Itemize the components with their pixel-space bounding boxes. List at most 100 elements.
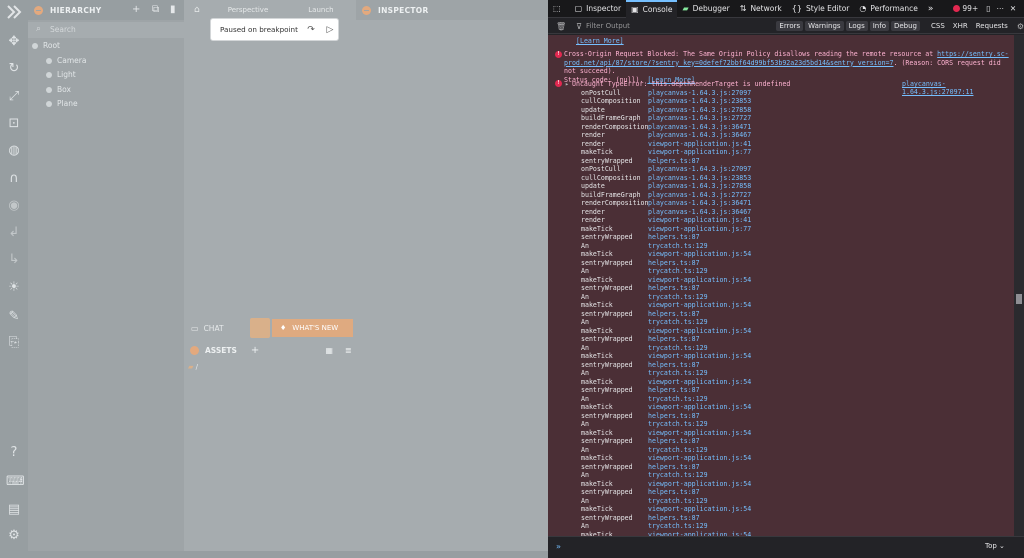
stack-location-link[interactable]: playcanvas-1.64.3.js:36467	[648, 131, 848, 139]
stack-location-link[interactable]: viewport-application.js:77	[648, 225, 848, 233]
search-input[interactable]: Search	[50, 25, 76, 34]
resume-icon[interactable]: ▷	[324, 24, 336, 36]
delete-icon[interactable]: ▮	[170, 4, 176, 15]
more-tabs-icon[interactable]: »	[923, 0, 939, 18]
stack-location-link[interactable]: trycatch.ts:129	[648, 497, 848, 505]
list-view-icon[interactable]: ≣	[345, 346, 352, 355]
tree-item-plane[interactable]: Plane	[46, 99, 78, 108]
stack-location-link[interactable]: viewport-application.js:54	[648, 378, 848, 386]
docs-icon[interactable]: ▤	[6, 502, 22, 518]
keyboard-icon[interactable]: ⌨	[6, 474, 25, 490]
stack-location-link[interactable]: trycatch.ts:129	[648, 267, 848, 275]
stack-location-link[interactable]: playcanvas-1.64.3.js:23853	[648, 174, 848, 182]
bulb-icon[interactable]: ☀	[6, 280, 22, 296]
publish-icon[interactable]: ⎘	[6, 335, 22, 351]
chat-icon[interactable]: ▭	[191, 324, 199, 333]
filter-input[interactable]: Filter Output	[586, 22, 774, 30]
eye-icon[interactable]: ◉	[6, 198, 22, 214]
console-scrollbar[interactable]	[1014, 35, 1024, 536]
filter-logs[interactable]: Logs	[845, 21, 868, 31]
magnet-icon[interactable]: ∩	[6, 171, 22, 187]
stack-location-link[interactable]: helpers.ts:87	[648, 514, 848, 522]
stack-location-link[interactable]: helpers.ts:87	[648, 412, 848, 420]
settings-icon[interactable]: ⚙	[1017, 22, 1024, 31]
chat-label[interactable]: CHAT	[204, 324, 224, 333]
stack-location-link[interactable]: viewport-application.js:54	[648, 454, 848, 462]
filter-css[interactable]: CSS	[928, 21, 948, 31]
whats-new-button[interactable]: ♦ WHAT'S NEW	[272, 319, 353, 337]
camera-select[interactable]: Perspective	[228, 6, 269, 14]
stack-location-link[interactable]: trycatch.ts:129	[648, 344, 848, 352]
move-icon[interactable]: ✥	[6, 34, 22, 50]
filter-info[interactable]: Info	[869, 21, 889, 31]
stack-location-link[interactable]: helpers.ts:87	[648, 310, 848, 318]
undo-icon[interactable]: ↲	[6, 225, 22, 241]
stack-location-link[interactable]: viewport-application.js:54	[648, 403, 848, 411]
stack-location-link[interactable]: playcanvas-1.64.3.js:27097	[648, 89, 848, 97]
stack-location-link[interactable]: playcanvas-1.64.3.js:36471	[648, 123, 848, 131]
tree-item-root[interactable]: Root	[32, 41, 60, 50]
add-asset-icon[interactable]: +	[251, 345, 259, 356]
stack-location-link[interactable]: helpers.ts:87	[648, 259, 848, 267]
stack-location-link[interactable]: viewport-application.js:54	[648, 250, 848, 258]
stack-location-link[interactable]: helpers.ts:87	[648, 488, 848, 496]
stack-location-link[interactable]: trycatch.ts:129	[648, 242, 848, 250]
stack-location-link[interactable]: helpers.ts:87	[648, 157, 848, 165]
resize-icon[interactable]: ⊡	[6, 116, 22, 132]
stack-location-link[interactable]: viewport-application.js:54	[648, 480, 848, 488]
world-icon[interactable]: ◍	[6, 143, 22, 159]
stack-location-link[interactable]: playcanvas-1.64.3.js:27858	[648, 106, 848, 114]
responsive-icon[interactable]: ▯	[983, 0, 993, 18]
stack-location-link[interactable]: helpers.ts:87	[648, 463, 848, 471]
scale-icon[interactable]: ⤢	[6, 89, 22, 105]
stack-location-link[interactable]: helpers.ts:87	[648, 437, 848, 445]
stack-location-link[interactable]: trycatch.ts:129	[648, 471, 848, 479]
stack-location-link[interactable]: viewport-application.js:77	[648, 148, 848, 156]
tab-console[interactable]: ▣ Console	[626, 0, 678, 18]
stack-location-link[interactable]: viewport-application.js:54	[648, 301, 848, 309]
filter-errors[interactable]: Errors	[776, 21, 804, 31]
stack-location-link[interactable]: playcanvas-1.64.3.js:27097	[648, 165, 848, 173]
stack-location-link[interactable]: viewport-application.js:54	[648, 505, 848, 513]
duplicate-icon[interactable]: ⧉	[152, 4, 159, 15]
stack-location-link[interactable]: helpers.ts:87	[648, 386, 848, 394]
filter-requests[interactable]: Requests	[973, 21, 1011, 31]
tree-item-box[interactable]: Box	[46, 85, 71, 94]
code-editor-icon[interactable]: ✎	[6, 309, 22, 325]
stack-location-link[interactable]: viewport-application.js:54	[648, 429, 848, 437]
stack-location-link[interactable]: trycatch.ts:129	[648, 318, 848, 326]
tab-performance[interactable]: ◔ Performance	[854, 0, 923, 18]
settings-icon[interactable]: ⚙	[6, 528, 22, 544]
rotate-icon[interactable]: ↻	[6, 61, 22, 77]
stack-location-link[interactable]: playcanvas-1.64.3.js:36467	[648, 208, 848, 216]
collapse-icon[interactable]	[34, 5, 43, 15]
stack-location-link[interactable]: viewport-application.js:41	[648, 216, 848, 224]
stack-location-link[interactable]: viewport-application.js:41	[648, 140, 848, 148]
console-input[interactable]: » Top ⌄	[548, 536, 1024, 558]
scrollbar-thumb[interactable]	[1016, 294, 1022, 304]
step-over-icon[interactable]: ↷	[305, 24, 317, 36]
stack-location-link[interactable]: trycatch.ts:129	[648, 420, 848, 428]
stack-location-link[interactable]: trycatch.ts:129	[648, 369, 848, 377]
learn-more-link[interactable]: [Learn More]	[576, 37, 676, 45]
hierarchy-search[interactable]: ⌕ Search	[28, 22, 184, 38]
menu-icon[interactable]: ⋯	[993, 0, 1007, 18]
element-picker-icon[interactable]: ⬚	[548, 0, 570, 18]
tab-debugger[interactable]: ▰ Debugger	[677, 0, 734, 18]
type-error-message[interactable]: Uncaught TypeError: this.depthRenderTarg…	[572, 80, 872, 88]
stack-location-link[interactable]: helpers.ts:87	[648, 284, 848, 292]
filter-xhr[interactable]: XHR	[950, 21, 971, 31]
assets-path[interactable]: ▰ /	[188, 363, 198, 371]
collapse-icon[interactable]	[190, 345, 199, 355]
collapse-icon[interactable]	[362, 5, 371, 15]
stack-location-link[interactable]: helpers.ts:87	[648, 335, 848, 343]
redo-icon[interactable]: ↳	[6, 252, 22, 268]
add-entity-icon[interactable]: +	[132, 4, 140, 15]
home-icon[interactable]: ⌂	[194, 5, 200, 15]
filter-debug[interactable]: Debug	[890, 21, 921, 31]
launch-button[interactable]: Launch	[308, 6, 333, 14]
stack-location-link[interactable]: helpers.ts:87	[648, 233, 848, 241]
avatar[interactable]	[250, 318, 270, 338]
type-error-location[interactable]: playcanvas-1.64.3.js:27097:11	[902, 80, 1012, 96]
help-icon[interactable]: ?	[6, 445, 22, 461]
